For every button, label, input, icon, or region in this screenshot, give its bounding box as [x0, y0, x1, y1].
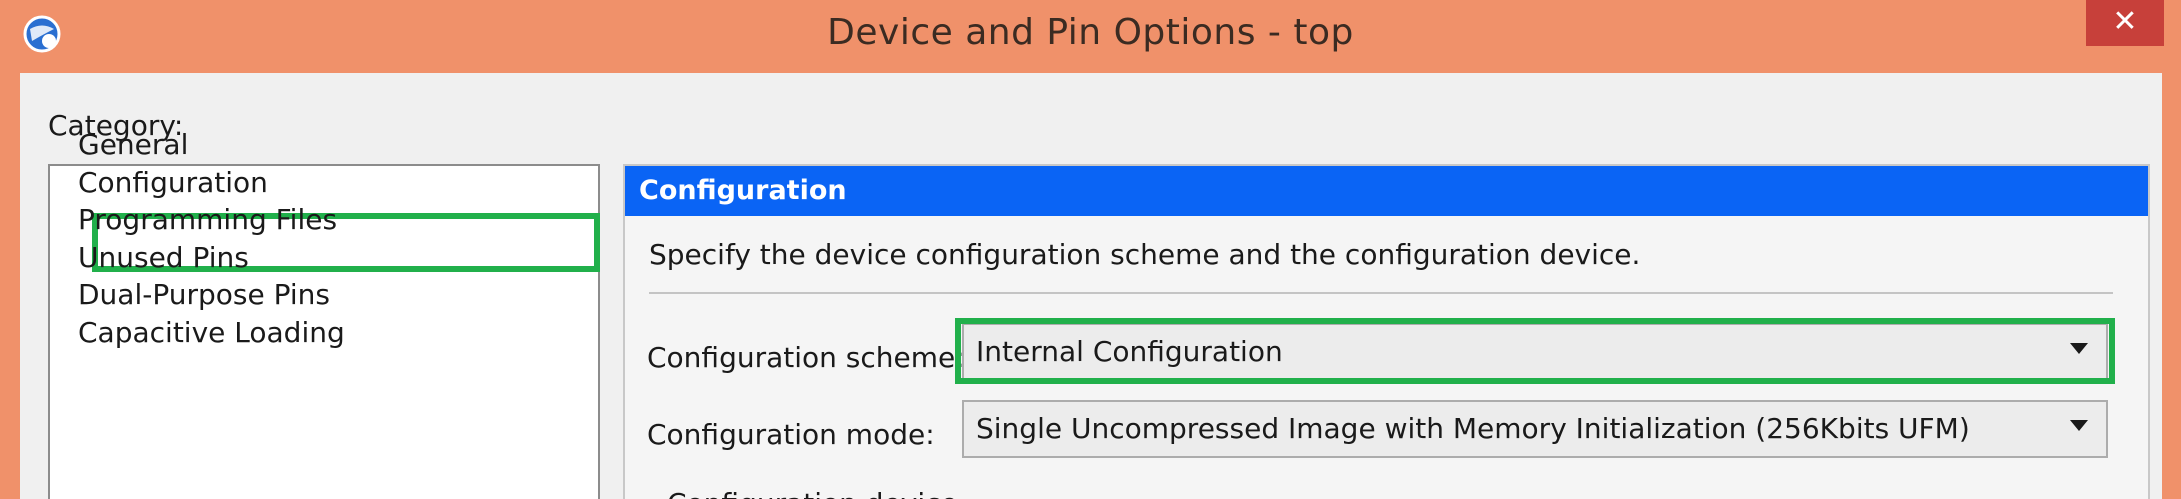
- category-item-dual-purpose-pins[interactable]: Dual-Purpose Pins: [78, 278, 330, 311]
- configuration-mode-highlight: [955, 318, 2115, 384]
- divider: [649, 292, 2113, 294]
- chevron-down-icon[interactable]: [2070, 420, 2088, 431]
- category-item-programming-files[interactable]: Programming Files: [78, 203, 337, 236]
- title-bar[interactable]: Device and Pin Options - top ✕: [0, 0, 2181, 73]
- close-icon: ✕: [2112, 4, 2138, 39]
- configuration-mode-label: Configuration mode:: [647, 418, 935, 451]
- category-item-unused-pins[interactable]: Unused Pins: [78, 241, 249, 274]
- panel-description: Specify the device configuration scheme …: [649, 238, 1641, 271]
- panel-header: Configuration: [625, 166, 2148, 216]
- configuration-device-label: Configuration device: [667, 487, 958, 499]
- category-item-configuration[interactable]: Configuration: [78, 166, 268, 199]
- category-item-general[interactable]: General: [78, 128, 188, 161]
- configuration-scheme-label: Configuration scheme:: [647, 341, 965, 374]
- configuration-mode-value: Single Uncompressed Image with Memory In…: [976, 412, 1970, 445]
- close-button[interactable]: ✕: [2086, 0, 2164, 46]
- window-title: Device and Pin Options - top: [827, 12, 1354, 53]
- category-item-capacitive-loading[interactable]: Capacitive Loading: [78, 316, 345, 349]
- configuration-mode-select[interactable]: Single Uncompressed Image with Memory In…: [962, 400, 2108, 458]
